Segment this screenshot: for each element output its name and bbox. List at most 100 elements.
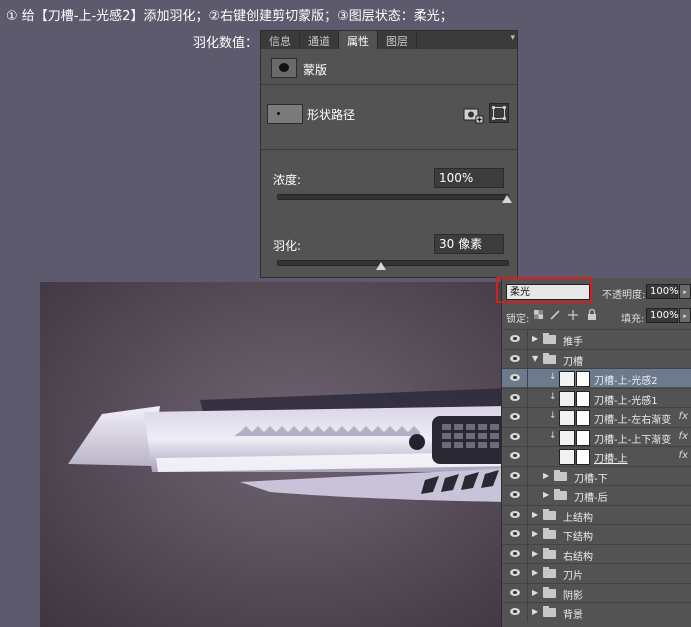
panel-menu-icon[interactable]: ▾ bbox=[510, 33, 515, 43]
caret-down-icon[interactable]: ▼ bbox=[532, 354, 538, 363]
tab-info[interactable]: 信息 bbox=[261, 31, 300, 49]
layer-mask-thumbnail bbox=[576, 429, 590, 446]
visibility-eye-icon[interactable] bbox=[510, 530, 520, 537]
layer-name: 推手 bbox=[563, 337, 583, 348]
lock-label: 锁定: bbox=[506, 314, 530, 325]
mask-label: 蒙版 bbox=[303, 63, 328, 77]
layer-group-row[interactable]: ▶ 刀槽-下 bbox=[502, 465, 691, 486]
layer-name: 刀槽-上-光感2 bbox=[594, 376, 658, 387]
visibility-eye-icon[interactable] bbox=[510, 393, 520, 401]
visibility-eye-icon[interactable] bbox=[510, 608, 520, 615]
layer-row[interactable]: 刀槽-上 fx bbox=[502, 446, 691, 466]
visibility-eye-icon[interactable] bbox=[510, 588, 520, 596]
fill-label: 填充: bbox=[621, 314, 645, 325]
layer-name: 背景 bbox=[563, 610, 583, 621]
vector-mask-icon[interactable] bbox=[267, 104, 303, 124]
layer-group-row[interactable]: ▶ 下结构 bbox=[502, 524, 691, 544]
feather-slider-thumb[interactable] bbox=[375, 262, 386, 270]
layer-row[interactable]: ↓ 刀槽-上-光感1 bbox=[502, 387, 691, 408]
density-label: 浓度: bbox=[273, 173, 302, 187]
layer-row[interactable]: ↓ 刀槽-上-上下渐变 fx bbox=[502, 426, 691, 447]
tab-properties[interactable]: 属性 bbox=[339, 31, 378, 49]
visibility-eye-icon[interactable] bbox=[510, 432, 520, 440]
layer-group-row[interactable]: ▶ 右结构 bbox=[502, 543, 691, 564]
divider bbox=[527, 525, 528, 544]
layer-group-row[interactable]: ▼ 刀槽 bbox=[502, 348, 691, 369]
layer-name: 刀槽-上-左右渐变 bbox=[594, 415, 672, 426]
feather-input[interactable]: 30 像素 bbox=[434, 234, 504, 254]
folder-icon bbox=[543, 547, 556, 559]
layer-thumbnail bbox=[559, 449, 575, 465]
opacity-dropdown-icon[interactable]: ▸ bbox=[679, 284, 691, 299]
divider bbox=[527, 486, 528, 505]
caret-right-icon[interactable]: ▶ bbox=[532, 588, 538, 597]
fill-dropdown-icon[interactable]: ▸ bbox=[679, 308, 691, 323]
density-slider-thumb[interactable] bbox=[502, 195, 512, 203]
caret-right-icon[interactable]: ▶ bbox=[532, 549, 538, 558]
density-slider[interactable] bbox=[277, 194, 509, 200]
select-path-icon[interactable] bbox=[488, 103, 510, 123]
feather-slider[interactable] bbox=[277, 260, 509, 266]
folder-icon bbox=[543, 567, 556, 578]
divider bbox=[527, 388, 528, 408]
layer-row[interactable]: ↓ 刀槽-上-光感2 bbox=[502, 368, 691, 388]
layer-group-row[interactable]: ▶ 上结构 bbox=[502, 504, 691, 525]
layer-name: 刀槽 bbox=[563, 356, 583, 368]
layer-group-row[interactable]: ▶ 阴影 bbox=[502, 582, 691, 603]
tab-channels[interactable]: 通道 bbox=[300, 31, 339, 49]
visibility-eye-icon[interactable] bbox=[510, 569, 520, 576]
divider bbox=[527, 427, 528, 447]
caret-right-icon[interactable]: ▶ bbox=[532, 334, 538, 343]
document-canvas[interactable] bbox=[40, 282, 501, 627]
divider bbox=[527, 447, 528, 466]
caret-right-icon[interactable]: ▶ bbox=[532, 510, 538, 519]
density-input[interactable]: 100% bbox=[434, 168, 504, 188]
layer-row[interactable]: ↓ 刀槽-上-左右渐变 fx bbox=[502, 407, 691, 427]
divider bbox=[261, 84, 517, 85]
lock-pixels-icon bbox=[550, 310, 560, 320]
visibility-eye-icon[interactable] bbox=[510, 374, 520, 381]
layer-group-row[interactable]: ▶ 刀片 bbox=[502, 563, 691, 583]
caret-right-icon[interactable]: ▶ bbox=[532, 568, 538, 577]
divider bbox=[527, 330, 528, 349]
layer-thumbnail bbox=[559, 429, 575, 446]
add-mask-icon[interactable] bbox=[462, 105, 484, 125]
visibility-eye-icon[interactable] bbox=[510, 452, 520, 459]
folder-icon bbox=[543, 352, 556, 364]
visibility-eye-icon[interactable] bbox=[510, 549, 520, 557]
caret-right-icon[interactable]: ▶ bbox=[532, 607, 538, 616]
layer-mask-thumbnail bbox=[576, 449, 590, 465]
visibility-eye-icon[interactable] bbox=[510, 510, 520, 518]
divider bbox=[527, 369, 528, 388]
folder-icon bbox=[554, 469, 567, 481]
opacity-input[interactable]: 100% bbox=[646, 284, 679, 299]
caret-right-icon[interactable]: ▶ bbox=[543, 471, 549, 480]
layer-effects-icon[interactable]: fx bbox=[679, 431, 688, 442]
shape-path-label: 形状路径 bbox=[307, 108, 356, 122]
layer-thumbnail bbox=[559, 390, 575, 407]
visibility-eye-icon[interactable] bbox=[510, 335, 520, 342]
layer-group-row[interactable]: ▶ 推手 bbox=[502, 329, 691, 349]
caret-right-icon[interactable]: ▶ bbox=[543, 490, 549, 499]
layer-group-row[interactable]: ▶ 背景 bbox=[502, 602, 691, 622]
layer-name: 刀槽-上-上下渐变 bbox=[594, 434, 672, 446]
clipping-mask-icon: ↓ bbox=[549, 411, 557, 421]
visibility-eye-icon[interactable] bbox=[510, 471, 520, 479]
fill-input[interactable]: 100% bbox=[646, 308, 679, 323]
visibility-eye-icon[interactable] bbox=[510, 413, 520, 420]
divider bbox=[527, 505, 528, 525]
lock-icons[interactable] bbox=[534, 309, 602, 321]
layer-effects-icon[interactable]: fx bbox=[679, 450, 688, 461]
blend-mode-highlight bbox=[496, 277, 592, 303]
properties-panel: 信息 通道 属性 图层 ▾ 蒙版 形状路径 浓度: 100% 羽化: 30 像素 bbox=[260, 30, 518, 278]
clipping-mask-icon: ↓ bbox=[549, 391, 557, 402]
layer-name: 阴影 bbox=[563, 590, 583, 602]
utility-knife-illustration bbox=[68, 388, 501, 502]
layer-effects-icon[interactable]: fx bbox=[679, 411, 688, 422]
tab-layers[interactable]: 图层 bbox=[378, 31, 417, 49]
visibility-eye-icon[interactable] bbox=[510, 354, 520, 362]
caret-right-icon[interactable]: ▶ bbox=[532, 529, 538, 538]
visibility-eye-icon[interactable] bbox=[510, 491, 520, 498]
layer-group-row[interactable]: ▶ 刀槽-后 bbox=[502, 485, 691, 505]
divider bbox=[527, 583, 528, 603]
